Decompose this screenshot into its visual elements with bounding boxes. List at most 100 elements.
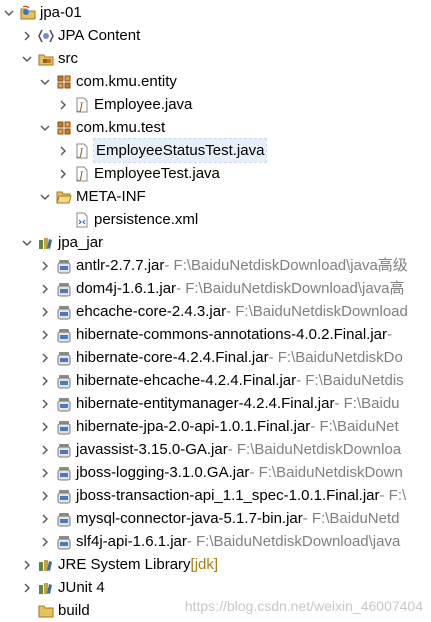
- tree-node-jar[interactable]: mysql-connector-java-5.1.7-bin.jar - F:\…: [38, 507, 399, 530]
- jar-location: - F:\BaiduNetdiskDo: [268, 349, 403, 366]
- jar-name: hibernate-commons-annotations-4.0.2.Fina…: [76, 326, 387, 343]
- jar-location: - F:\BaiduNetdiskDownload\java: [186, 533, 401, 550]
- tree-node-project[interactable]: jpa-01: [2, 1, 82, 24]
- employee-java-label: Employee.java: [94, 96, 193, 113]
- jar-name: hibernate-entitymanager-4.2.4.Final.jar: [76, 395, 335, 412]
- jar-location: - F:\BaiduNetdiskDownloa: [227, 441, 402, 458]
- chevron-right-icon[interactable]: [38, 323, 52, 346]
- jar-location: - F:\BaiduNetdiskDownload\java高: [176, 280, 405, 297]
- tree-node-package-entity[interactable]: com.kmu.entity: [38, 70, 177, 93]
- tree-node-jar[interactable]: hibernate-entitymanager-4.2.4.Final.jar …: [38, 392, 400, 415]
- jar-name: hibernate-ehcache-4.2.4.Final.jar: [76, 372, 297, 389]
- tree-node-persistence-xml[interactable]: persistence.xml: [56, 208, 198, 231]
- jar-name: antlr-2.7.7.jar: [76, 257, 165, 274]
- junit-label: JUnit 4: [58, 579, 105, 596]
- library-icon: [38, 580, 54, 596]
- tree-node-package-test[interactable]: com.kmu.test: [38, 116, 165, 139]
- chevron-right-icon[interactable]: [38, 507, 52, 530]
- jar-location: - F:\BaiduNetd: [302, 510, 400, 527]
- tree-node-jar[interactable]: slf4j-api-1.6.1.jar - F:\BaiduNetdiskDow…: [38, 530, 400, 553]
- tree-node-jre[interactable]: JRE System Library [jdk]: [20, 553, 218, 576]
- java-project-icon: [20, 5, 36, 21]
- package-icon: [56, 120, 72, 136]
- chevron-right-icon[interactable]: [20, 553, 34, 576]
- tree-node-jpa-content[interactable]: JPA Content: [20, 24, 140, 47]
- chevron-down-icon[interactable]: [38, 70, 52, 93]
- tree-node-jar[interactable]: antlr-2.7.7.jar - F:\BaiduNetdiskDownloa…: [38, 254, 408, 277]
- source-folder-icon: [38, 51, 54, 67]
- chevron-right-icon[interactable]: [38, 392, 52, 415]
- jar-location: - F:\BaiduNet: [310, 418, 399, 435]
- jar-location: - F:\BaiduNetdiskDownload\java高级: [164, 257, 408, 274]
- chevron-right-icon[interactable]: [56, 93, 70, 116]
- chevron-right-icon[interactable]: [38, 530, 52, 553]
- chevron-right-icon[interactable]: [56, 162, 70, 185]
- chevron-right-icon[interactable]: [20, 576, 34, 599]
- jar-icon: [56, 350, 72, 366]
- chevron-right-icon[interactable]: [38, 346, 52, 369]
- tree-node-jar[interactable]: dom4j-1.6.1.jar - F:\BaiduNetdiskDownloa…: [38, 277, 405, 300]
- employee-status-test-label: EmployeeStatusTest.java: [92, 138, 268, 163]
- tree-node-jar[interactable]: jboss-logging-3.1.0.GA.jar - F:\BaiduNet…: [38, 461, 403, 484]
- tree-node-employee-status-test[interactable]: J EmployeeStatusTest.java: [56, 138, 268, 163]
- chevron-down-icon[interactable]: [38, 185, 52, 208]
- java-file-icon: J: [74, 97, 90, 113]
- java-file-icon: J: [74, 143, 90, 159]
- tree-node-jar[interactable]: javassist-3.15.0-GA.jar - F:\BaiduNetdis…: [38, 438, 401, 461]
- chevron-right-icon[interactable]: [38, 484, 52, 507]
- chevron-down-icon[interactable]: [20, 231, 34, 254]
- jre-decoration: [jdk]: [190, 556, 219, 573]
- chevron-right-icon[interactable]: [38, 369, 52, 392]
- tree-node-build[interactable]: build: [20, 599, 90, 622]
- java-file-icon: J: [74, 166, 90, 182]
- chevron-right-icon[interactable]: [38, 438, 52, 461]
- chevron-right-icon[interactable]: [38, 254, 52, 277]
- jar-name: jboss-transaction-api_1.1_spec-1.0.1.Fin…: [76, 487, 380, 504]
- tree-node-employee-test[interactable]: J EmployeeTest.java: [56, 162, 220, 185]
- jar-name: slf4j-api-1.6.1.jar: [76, 533, 187, 550]
- tree-node-jpa-jar[interactable]: jpa_jar: [20, 231, 103, 254]
- tree-node-jar[interactable]: ehcache-core-2.4.3.jar - F:\BaiduNetdisk…: [38, 300, 408, 323]
- persistence-xml-label: persistence.xml: [94, 211, 199, 228]
- jpa-content-label: JPA Content: [58, 27, 141, 44]
- jar-name: mysql-connector-java-5.1.7-bin.jar: [76, 510, 303, 527]
- chevron-right-icon[interactable]: [38, 300, 52, 323]
- jre-label: JRE System Library: [58, 556, 191, 573]
- jar-location: - F:\: [379, 487, 407, 504]
- jar-location: -: [387, 326, 392, 343]
- tree-node-junit[interactable]: JUnit 4: [20, 576, 105, 599]
- jar-name: hibernate-jpa-2.0-api-1.0.1.Final.jar: [76, 418, 311, 435]
- chevron-right-icon[interactable]: [56, 139, 70, 162]
- library-icon: [38, 557, 54, 573]
- tree-node-jar[interactable]: hibernate-core-4.2.4.Final.jar - F:\Baid…: [38, 346, 403, 369]
- tree-node-meta-inf[interactable]: META-INF: [38, 185, 146, 208]
- chevron-right-icon[interactable]: [38, 461, 52, 484]
- chevron-right-icon[interactable]: [20, 24, 34, 47]
- jar-icon: [56, 373, 72, 389]
- tree-node-employee-java[interactable]: J Employee.java: [56, 93, 192, 116]
- jpa-jar-label: jpa_jar: [58, 234, 104, 251]
- tree-node-src[interactable]: src: [20, 47, 78, 70]
- chevron-right-icon[interactable]: [38, 277, 52, 300]
- jar-name: jboss-logging-3.1.0.GA.jar: [76, 464, 250, 481]
- tree-node-jar[interactable]: hibernate-commons-annotations-4.0.2.Fina…: [38, 323, 392, 346]
- tree-node-jar[interactable]: hibernate-ehcache-4.2.4.Final.jar - F:\B…: [38, 369, 404, 392]
- jpa-content-icon: [38, 28, 54, 44]
- jar-icon: [56, 304, 72, 320]
- package-entity-label: com.kmu.entity: [76, 73, 177, 90]
- chevron-down-icon[interactable]: [38, 116, 52, 139]
- jar-location: - F:\BaiduNetdiskDownload: [226, 303, 408, 320]
- jar-location: - F:\BaiduNetdiskDown: [249, 464, 403, 481]
- jar-icon: [56, 327, 72, 343]
- jar-icon: [56, 534, 72, 550]
- jar-icon: [56, 281, 72, 297]
- tree-node-jar[interactable]: hibernate-jpa-2.0-api-1.0.1.Final.jar - …: [38, 415, 399, 438]
- jar-location: - F:\Baidu: [334, 395, 400, 412]
- employee-test-label: EmployeeTest.java: [94, 165, 220, 182]
- chevron-right-icon[interactable]: [38, 415, 52, 438]
- jar-icon: [56, 396, 72, 412]
- chevron-down-icon[interactable]: [2, 1, 16, 24]
- chevron-down-icon[interactable]: [20, 47, 34, 70]
- tree-node-jar[interactable]: jboss-transaction-api_1.1_spec-1.0.1.Fin…: [38, 484, 406, 507]
